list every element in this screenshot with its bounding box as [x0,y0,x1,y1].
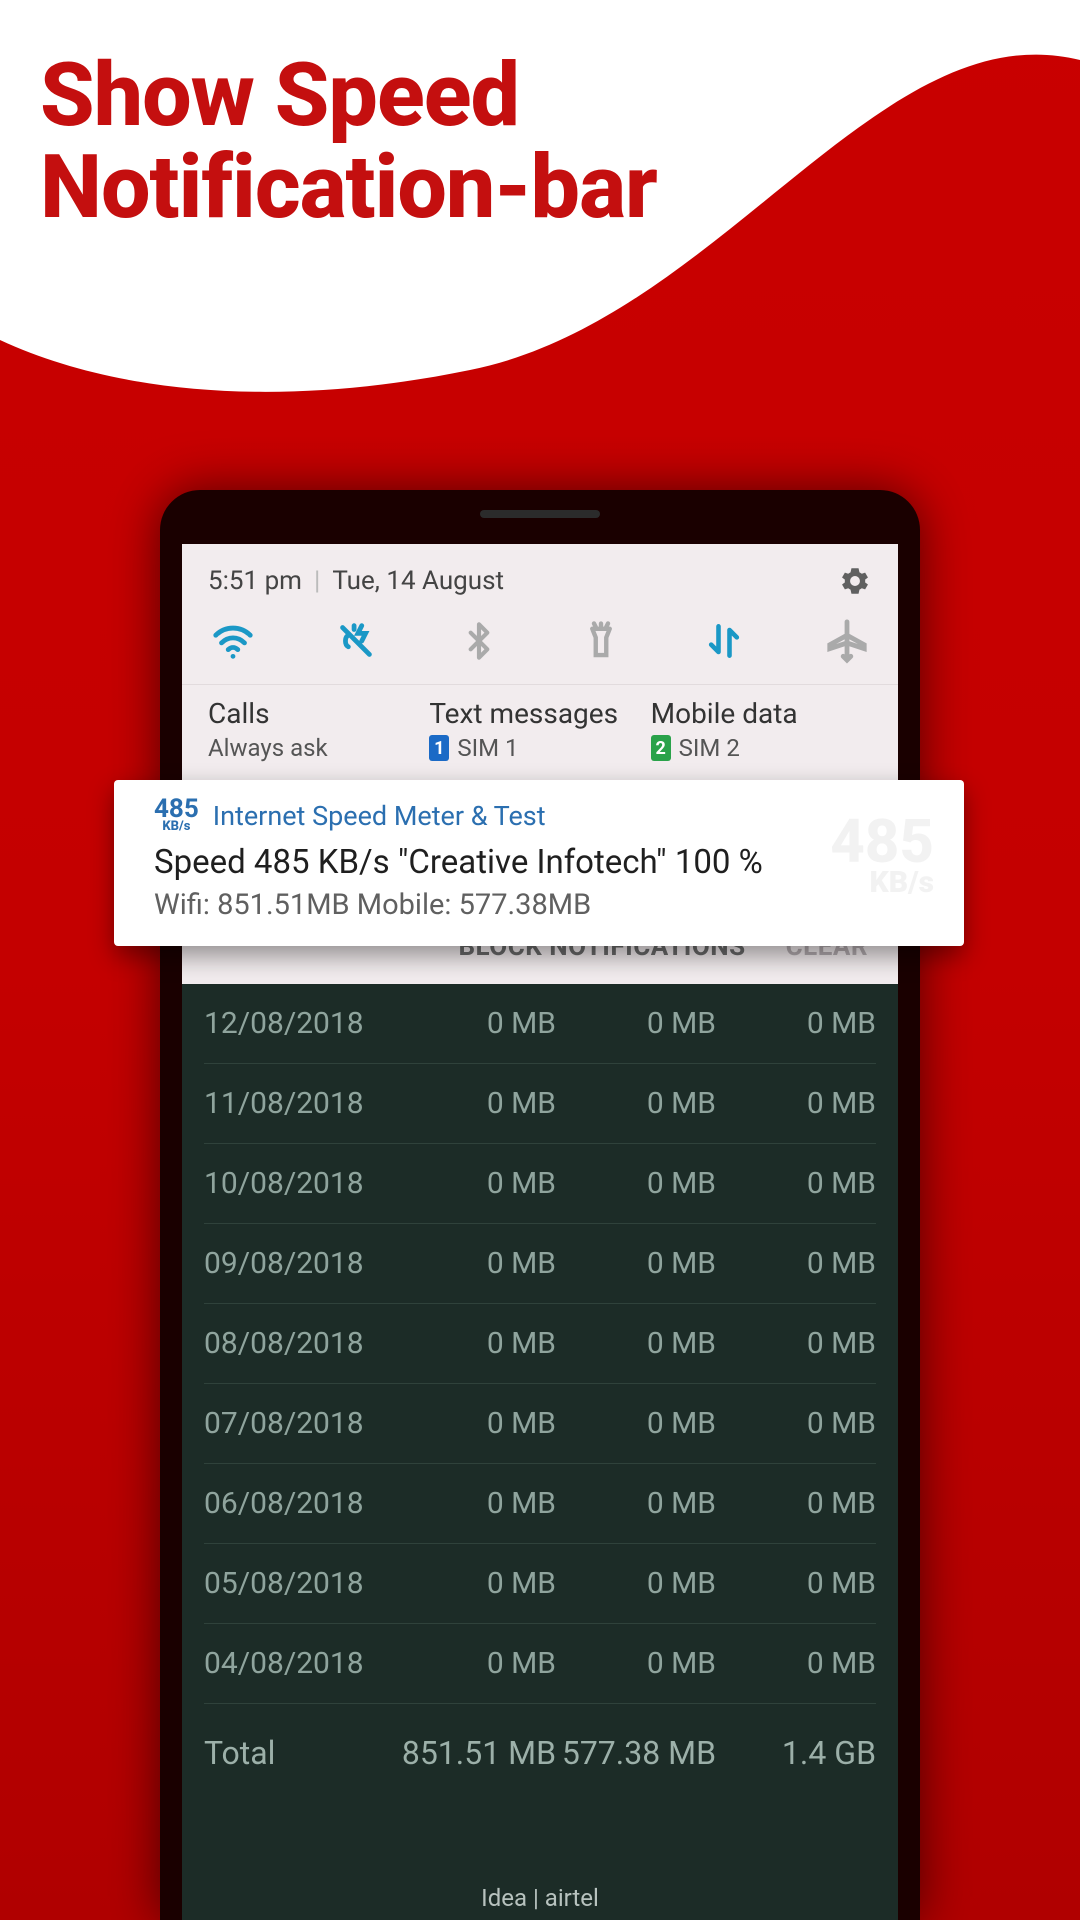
usage-total-row: Total851.51 MB577.38 MB1.4 GB [204,1704,876,1794]
row-total: 0 MB [716,1646,876,1681]
row-total: 0 MB [716,1326,876,1361]
statusbar-separator: | [314,566,320,596]
background-speed-watermark: 485 KB/s [830,815,934,896]
speed-notification-card[interactable]: 485 KB/s 485 KB/s Internet Speed Meter &… [114,780,964,946]
row-total: 0 MB [716,1166,876,1201]
speed-badge-icon: 485 KB/s [154,798,199,833]
texts-sim: SIM 1 [457,734,518,762]
row-total: 0 MB [716,1006,876,1041]
phone-speaker [480,510,600,518]
row-mobile: 0 MB [556,1646,716,1681]
data-sim: SIM 2 [679,734,740,762]
row-wifi: 0 MB [396,1006,556,1041]
usage-row[interactable]: 06/08/20180 MB0 MB0 MB [204,1464,876,1544]
calls-default[interactable]: Calls Always ask [208,697,429,762]
row-date: 04/08/2018 [204,1646,396,1681]
data-usage-list: 12/08/20180 MB0 MB0 MB11/08/20180 MB0 MB… [182,984,898,1794]
notification-shade: 5:51 pm | Tue, 14 August [182,544,898,780]
total-all: 1.4 GB [716,1734,876,1772]
row-mobile: 0 MB [556,1406,716,1441]
bluetooth-icon[interactable] [454,616,504,666]
row-date: 11/08/2018 [204,1086,396,1121]
row-total: 0 MB [716,1086,876,1121]
data-value: 2 SIM 2 [651,734,872,762]
usage-row[interactable]: 04/08/20180 MB0 MB0 MB [204,1624,876,1704]
data-default[interactable]: Mobile data 2 SIM 2 [651,697,872,762]
flashlight-icon[interactable] [576,616,626,666]
notification-app-name: Internet Speed Meter & Test [213,800,546,832]
row-wifi: 0 MB [396,1646,556,1681]
vibrate-icon[interactable] [331,616,381,666]
texts-label: Text messages [429,697,650,730]
row-date: 05/08/2018 [204,1566,396,1601]
row-mobile: 0 MB [556,1326,716,1361]
row-wifi: 0 MB [396,1486,556,1521]
row-date: 06/08/2018 [204,1486,396,1521]
row-wifi: 0 MB [396,1326,556,1361]
carrier-label: Idea | airtel [182,1874,898,1920]
statusbar-time: 5:51 pm [208,566,302,596]
row-mobile: 0 MB [556,1486,716,1521]
statusbar: 5:51 pm | Tue, 14 August [182,544,898,608]
row-date: 10/08/2018 [204,1166,396,1201]
phone-frame: 5:51 pm | Tue, 14 August [160,490,920,1920]
total-label: Total [204,1734,396,1772]
row-total: 0 MB [716,1566,876,1601]
wifi-icon[interactable] [208,616,258,666]
row-wifi: 0 MB [396,1086,556,1121]
usage-row[interactable]: 09/08/20180 MB0 MB0 MB [204,1224,876,1304]
row-wifi: 0 MB [396,1406,556,1441]
row-total: 0 MB [716,1246,876,1281]
statusbar-date: Tue, 14 August [332,566,504,596]
texts-default[interactable]: Text messages 1 SIM 1 [429,697,650,762]
usage-row[interactable]: 11/08/20180 MB0 MB0 MB [204,1064,876,1144]
row-date: 07/08/2018 [204,1406,396,1441]
row-mobile: 0 MB [556,1006,716,1041]
hero-line2: Notification-bar [40,142,657,234]
texts-value: 1 SIM 1 [429,734,650,762]
row-mobile: 0 MB [556,1566,716,1601]
total-mobile: 577.38 MB [556,1734,716,1772]
row-total: 0 MB [716,1486,876,1521]
page-title: Show Speed Notification-bar [40,50,657,235]
row-total: 0 MB [716,1406,876,1441]
notification-subtitle: Wifi: 851.51MB Mobile: 577.38MB [154,888,924,922]
usage-row[interactable]: 08/08/20180 MB0 MB0 MB [204,1304,876,1384]
row-mobile: 0 MB [556,1166,716,1201]
sim2-badge-icon: 2 [651,735,671,761]
usage-row[interactable]: 12/08/20180 MB0 MB0 MB [204,984,876,1064]
notification-title: Speed 485 KB/s "Creative Infotech" 100 % [154,843,924,882]
settings-icon[interactable] [838,564,872,598]
calls-label: Calls [208,697,429,730]
row-date: 09/08/2018 [204,1246,396,1281]
row-wifi: 0 MB [396,1246,556,1281]
usage-row[interactable]: 10/08/20180 MB0 MB0 MB [204,1144,876,1224]
row-mobile: 0 MB [556,1086,716,1121]
row-date: 12/08/2018 [204,1006,396,1041]
phone-screen: 5:51 pm | Tue, 14 August [182,544,898,1920]
quick-settings-row [182,608,898,684]
row-wifi: 0 MB [396,1166,556,1201]
statusbar-datetime: 5:51 pm | Tue, 14 August [208,566,504,596]
sim1-badge-icon: 1 [429,735,449,761]
row-mobile: 0 MB [556,1246,716,1281]
total-wifi: 851.51 MB [396,1734,556,1772]
usage-row[interactable]: 07/08/20180 MB0 MB0 MB [204,1384,876,1464]
row-date: 08/08/2018 [204,1326,396,1361]
usage-row[interactable]: 05/08/20180 MB0 MB0 MB [204,1544,876,1624]
data-transfer-icon[interactable] [699,616,749,666]
calls-value: Always ask [208,734,429,762]
hero-line1: Show Speed [40,50,657,142]
row-wifi: 0 MB [396,1566,556,1601]
sim-defaults-row: Calls Always ask Text messages 1 SIM 1 M… [182,685,898,780]
notification-app-header: 485 KB/s Internet Speed Meter & Test [154,798,924,833]
data-label: Mobile data [651,697,872,730]
airplane-mode-icon[interactable] [822,616,872,666]
